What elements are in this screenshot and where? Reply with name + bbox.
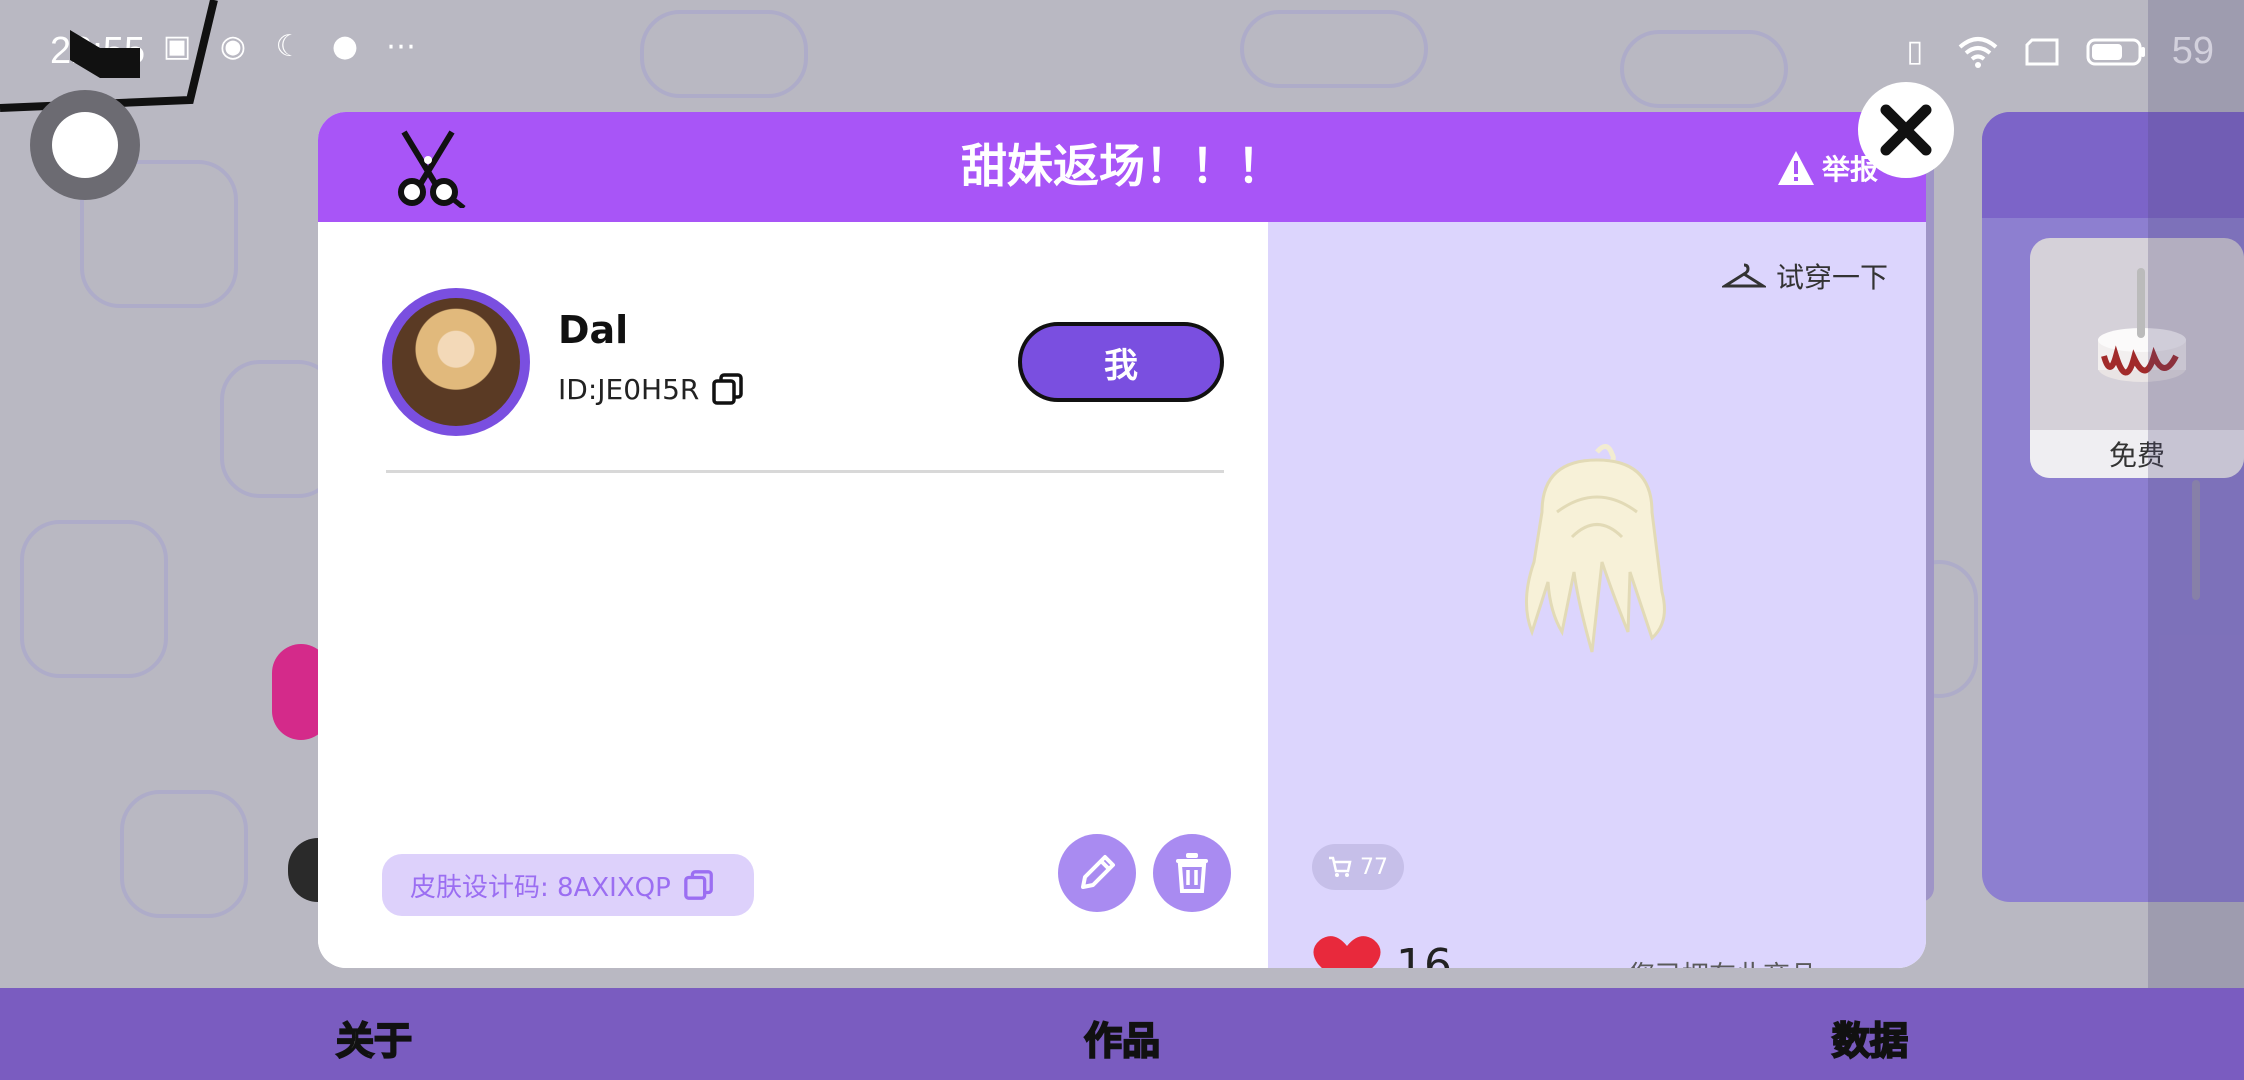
chat-icon: ● — [331, 29, 359, 64]
report-button[interactable]: 举报 — [1776, 148, 1878, 188]
copy-icon[interactable] — [683, 869, 715, 901]
battery-icon — [2086, 38, 2145, 65]
try-on-button[interactable]: 试穿一下 — [1721, 256, 1888, 296]
screen-icon — [2025, 38, 2059, 65]
vibrate-icon: ▯ — [1906, 33, 1923, 69]
tab-data[interactable]: 数据 — [1831, 1010, 1909, 1065]
moon-icon: ☾ — [275, 29, 303, 64]
owned-status: 您已拥有此商品 — [1628, 954, 1817, 968]
item-preview-pane: 试穿一下 77 16 您已拥有此商品 — [1268, 222, 1926, 968]
try-on-label: 试穿一下 — [1775, 261, 1888, 294]
trash-icon — [1176, 853, 1208, 893]
design-detail-modal: 甜妹返场！！！ 举报 Dal ID:JE0H5R 我 皮肤设计码: 8AXIXQ… — [318, 112, 1926, 968]
divider — [386, 470, 1224, 473]
hanger-icon — [1721, 263, 1766, 288]
close-button[interactable] — [1858, 82, 1954, 178]
more-icon: ⋯ — [386, 29, 416, 64]
creator-id: ID:JE0H5R — [558, 372, 700, 406]
copy-icon[interactable] — [711, 372, 745, 406]
close-icon — [1880, 104, 1932, 156]
sales-count-badge: 77 — [1312, 844, 1404, 890]
modal-title: 甜妹返场！！！ — [961, 139, 1283, 193]
floating-assistive-button[interactable] — [30, 90, 140, 200]
avatar[interactable] — [382, 288, 530, 436]
skin-design-code[interactable]: 皮肤设计码: 8AXIXQP — [382, 854, 754, 916]
tab-works[interactable]: 作品 — [1083, 1010, 1161, 1065]
like-count: 16 — [1396, 939, 1452, 969]
like-area[interactable]: 16 — [1312, 934, 1452, 968]
warning-icon — [1777, 151, 1814, 185]
creator-name: Dal — [558, 308, 629, 352]
heart-icon[interactable] — [1312, 934, 1382, 968]
bottom-nav: 关于 作品 数据 — [0, 988, 2244, 1080]
pencil-icon — [1081, 855, 1115, 889]
edge-overlay — [2148, 0, 2244, 1080]
edit-button[interactable] — [1058, 834, 1136, 912]
tab-about[interactable]: 关于 — [335, 1010, 413, 1065]
modal-header: 甜妹返场！！！ 举报 — [318, 112, 1926, 222]
delete-button[interactable] — [1153, 834, 1231, 912]
me-button[interactable]: 我 — [1018, 322, 1224, 402]
sales-count: 77 — [1360, 854, 1388, 880]
skin-code-text: 皮肤设计码: 8AXIXQP — [410, 872, 671, 903]
wifi-icon — [1958, 36, 1998, 68]
hair-item-preview — [1524, 444, 1666, 653]
cart-icon — [1329, 856, 1352, 877]
avatar-image — [392, 298, 520, 426]
creator-id-row: ID:JE0H5R — [558, 372, 745, 406]
back-arrow-icon[interactable] — [0, 0, 230, 115]
